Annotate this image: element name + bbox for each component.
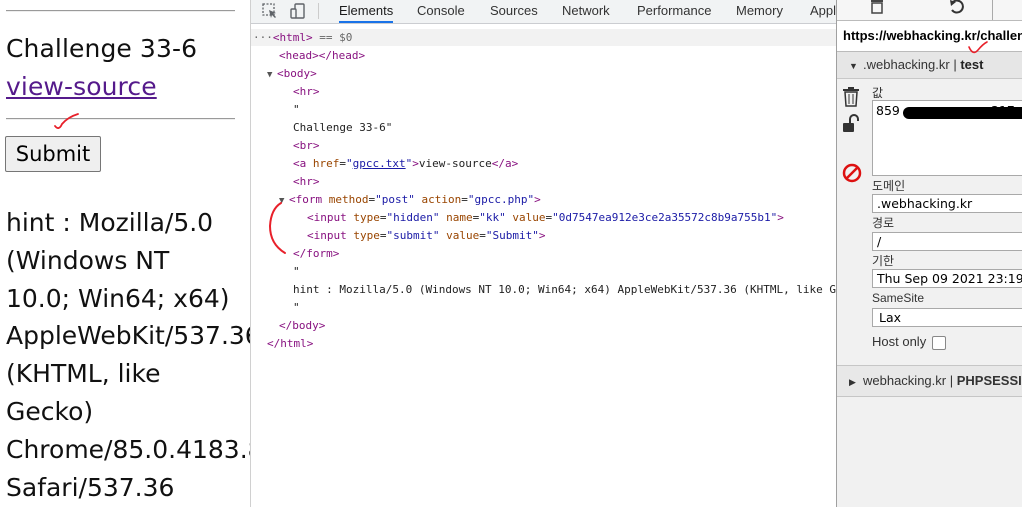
horizontal-rule [6, 118, 235, 120]
expand-arrow-icon[interactable]: ▶ [849, 367, 859, 397]
rendered-page: Challenge 33-6 view-source Submit hint :… [0, 0, 250, 507]
cookie-row-test[interactable]: ▼ .webhacking.kr | test [837, 52, 1022, 79]
tab-memory[interactable]: Memory [736, 0, 783, 23]
dom-node-form-close[interactable]: </form> [293, 245, 339, 262]
collapse-arrow-icon[interactable]: ▼ [849, 53, 859, 79]
toolbar-separator [992, 0, 993, 20]
cookie-row-phpsessid[interactable]: ▶webhacking.kr | PHPSESSID [837, 365, 1022, 397]
dom-text-node[interactable]: " [293, 299, 300, 316]
horizontal-rule [6, 10, 235, 12]
path-field[interactable]: / [872, 232, 1022, 251]
unlock-icon[interactable] [841, 114, 861, 141]
path-label: 경로 [872, 216, 895, 230]
hint-line: Chrome/85.0.4183.83 [6, 434, 250, 464]
hostonly-checkbox[interactable] [932, 335, 947, 350]
dom-text-node[interactable]: " [293, 101, 300, 118]
tab-network[interactable]: Network [562, 0, 610, 23]
dom-node-html[interactable]: ···<html> == $0 [251, 29, 836, 46]
hint-line: 10.0; Win64; x64) [6, 283, 230, 313]
devtools-panel: Elements Console Sources Network Perform… [251, 0, 836, 507]
submit-button[interactable]: Submit [5, 136, 101, 172]
tab-console[interactable]: Console [417, 0, 465, 23]
undo-icon[interactable] [948, 0, 968, 21]
dom-text-node[interactable]: " [293, 263, 300, 280]
cookie-editor-panel: https://webhacking.kr/challenge ▼ .webhac… [836, 0, 1022, 507]
inspect-element-icon[interactable] [261, 2, 279, 20]
dom-node-form[interactable]: ▼ <form method="post" action="gpcc.php"> [279, 191, 541, 208]
trash-icon[interactable] [841, 86, 861, 113]
tab-sources[interactable]: Sources [490, 0, 538, 23]
redaction-mark [903, 107, 1022, 119]
hint-line: Safari/537.36 [6, 472, 175, 502]
dom-node-body[interactable]: ▼ <body> [267, 65, 317, 82]
value-label: 값 [872, 86, 884, 100]
tab-performance[interactable]: Performance [637, 0, 711, 23]
hint-line: (Windows NT [6, 245, 170, 275]
expires-label: 기한 [872, 254, 895, 268]
hint-line: Gecko) [6, 396, 94, 426]
dom-node-a[interactable]: <a href="gpcc.txt">view-source</a> [293, 155, 518, 172]
hostonly-label: Host only [872, 334, 927, 349]
hostonly-option[interactable]: Host only [872, 334, 947, 350]
page-title: Challenge 33-6 [6, 34, 198, 63]
dom-node-body-close[interactable]: </body> [279, 317, 325, 334]
hint-line: hint : Mozilla/5.0 [6, 208, 214, 237]
dom-text-node[interactable]: hint : Mozilla/5.0 (Windows NT 10.0; Win… [293, 281, 836, 298]
samesite-label: SameSite [872, 291, 925, 305]
dom-tree: ···<html> == $0 <head></head> ▼ <body> <h… [251, 26, 836, 506]
hint-text: hint : Mozilla/5.0 (Windows NT 10.0; Win… [6, 204, 250, 506]
tab-application[interactable]: Application [810, 0, 836, 23]
domain-field[interactable]: .webhacking.kr [872, 194, 1022, 213]
block-icon[interactable] [841, 162, 863, 189]
view-source-link[interactable]: view-source [6, 72, 157, 101]
dom-node-input-hidden[interactable]: <input type="hidden" name="kk" value="0d… [307, 209, 784, 226]
dom-node-input-submit[interactable]: <input type="submit" value="Submit"> [307, 227, 545, 244]
expires-field[interactable]: Thu Sep 09 2021 23:19 [872, 269, 1022, 288]
dom-node-html-close[interactable]: </html> [267, 335, 313, 352]
hint-line: (KHTML, like [6, 359, 161, 389]
device-toolbar-icon[interactable] [289, 2, 307, 20]
dom-text-node[interactable]: Challenge 33-6" [293, 119, 392, 136]
dom-node-hr[interactable]: <hr> [293, 173, 320, 190]
tab-elements[interactable]: Elements [339, 0, 394, 23]
dom-node-br[interactable]: <br> [293, 137, 320, 154]
toolbar-separator [318, 3, 319, 19]
samesite-select[interactable]: Lax [872, 308, 1022, 327]
cookie-toolbar [837, 0, 1022, 21]
cookie-url: https://webhacking.kr/challenge [837, 21, 1022, 52]
dom-node-hr[interactable]: <hr> [293, 83, 320, 100]
devtools-toolbar: Elements Console Sources Network Perform… [251, 0, 836, 24]
dom-node-head[interactable]: <head></head> [279, 47, 365, 64]
href-link[interactable]: gpcc.txt [353, 157, 406, 170]
delete-icon[interactable] [868, 0, 886, 19]
cookie-value-textarea[interactable]: 859317 [872, 100, 1022, 176]
domain-label: 도메인 [872, 179, 906, 193]
hint-line: AppleWebKit/537.36 [6, 321, 250, 351]
